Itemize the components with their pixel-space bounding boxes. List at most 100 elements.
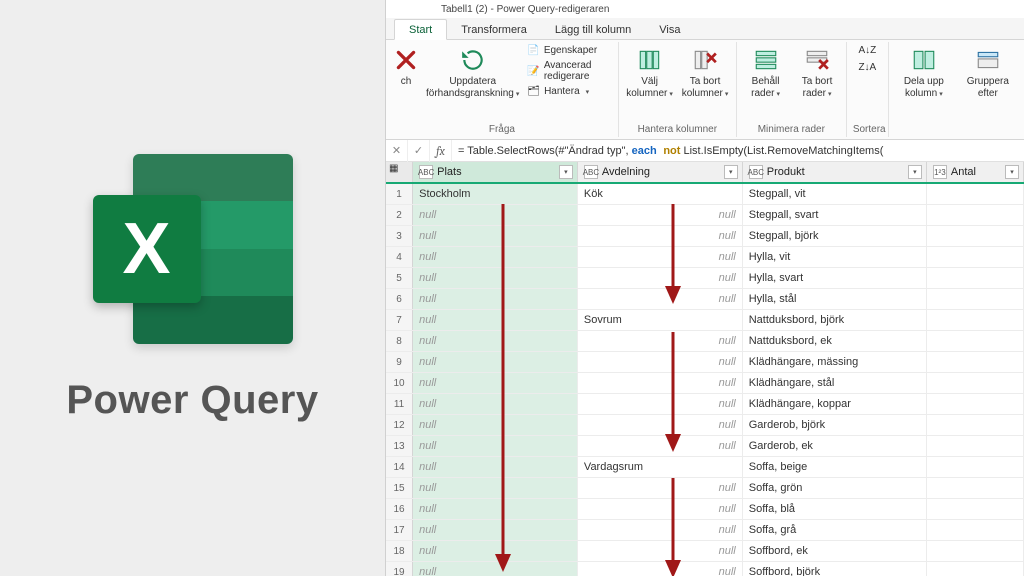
cell[interactable]: Soffbord, ek: [743, 541, 927, 561]
table-row[interactable]: 15nullnullSoffa, grön: [386, 478, 1024, 499]
manage-button[interactable]: 🗂Hantera▾: [525, 85, 611, 98]
cell[interactable]: null: [578, 478, 743, 498]
cell[interactable]: null: [413, 352, 578, 372]
cell[interactable]: null: [578, 331, 743, 351]
cell[interactable]: [927, 436, 1024, 456]
remove-columns-button[interactable]: Ta bort kolumner▾: [680, 44, 730, 99]
row-number[interactable]: 4: [386, 247, 413, 267]
table-row[interactable]: 9nullnullKlädhängare, mässing: [386, 352, 1024, 373]
table-row[interactable]: 16nullnullSoffa, blå: [386, 499, 1024, 520]
cell[interactable]: Klädhängare, stål: [743, 373, 927, 393]
cell[interactable]: null: [578, 373, 743, 393]
table-row[interactable]: 7nullSovrumNattduksbord, björk: [386, 310, 1024, 331]
row-number[interactable]: 7: [386, 310, 413, 330]
cell[interactable]: [927, 331, 1024, 351]
cell[interactable]: null: [413, 205, 578, 225]
cell[interactable]: null: [578, 268, 743, 288]
cell[interactable]: null: [578, 415, 743, 435]
table-row[interactable]: 13nullnullGarderob, ek: [386, 436, 1024, 457]
cell[interactable]: Nattduksbord, ek: [743, 331, 927, 351]
cell[interactable]: [927, 268, 1024, 288]
cell[interactable]: [927, 562, 1024, 576]
cell[interactable]: [927, 352, 1024, 372]
sort-desc-button[interactable]: Z↓A: [856, 61, 878, 74]
cell[interactable]: null: [578, 499, 743, 519]
cell[interactable]: null: [413, 331, 578, 351]
row-number[interactable]: 5: [386, 268, 413, 288]
cell[interactable]: null: [578, 562, 743, 576]
cell[interactable]: null: [578, 226, 743, 246]
cell[interactable]: null: [413, 415, 578, 435]
cell[interactable]: null: [578, 520, 743, 540]
filter-icon[interactable]: ▾: [1005, 165, 1019, 179]
cell[interactable]: Hylla, vit: [743, 247, 927, 267]
row-number[interactable]: 19: [386, 562, 413, 576]
properties-button[interactable]: 📄Egenskaper: [525, 44, 611, 57]
table-row[interactable]: 4nullnullHylla, vit: [386, 247, 1024, 268]
close-load-button[interactable]: ch: [392, 44, 420, 88]
cell[interactable]: [927, 520, 1024, 540]
cell[interactable]: Klädhängare, koppar: [743, 394, 927, 414]
cell[interactable]: null: [413, 562, 578, 576]
row-number[interactable]: 3: [386, 226, 413, 246]
cell[interactable]: [927, 226, 1024, 246]
cell[interactable]: Hylla, stål: [743, 289, 927, 309]
formula-cancel-button[interactable]: ✕: [386, 140, 408, 162]
row-number[interactable]: 8: [386, 331, 413, 351]
cell[interactable]: Vardagsrum: [578, 457, 743, 477]
cell[interactable]: Garderob, björk: [743, 415, 927, 435]
row-number[interactable]: 14: [386, 457, 413, 477]
filter-icon[interactable]: ▾: [724, 165, 738, 179]
cell[interactable]: null: [413, 541, 578, 561]
cell[interactable]: [927, 499, 1024, 519]
cell[interactable]: null: [578, 205, 743, 225]
table-row[interactable]: 11nullnullKlädhängare, koppar: [386, 394, 1024, 415]
table-row[interactable]: 12nullnullGarderob, björk: [386, 415, 1024, 436]
table-row[interactable]: 2nullnullStegpall, svart: [386, 205, 1024, 226]
grid-body[interactable]: 1StockholmKökStegpall, vit2nullnullStegp…: [386, 184, 1024, 576]
cell[interactable]: [927, 394, 1024, 414]
advanced-editor-button[interactable]: 📝Avancerad redigerare: [525, 59, 611, 83]
row-number[interactable]: 2: [386, 205, 413, 225]
row-number[interactable]: 16: [386, 499, 413, 519]
cell[interactable]: null: [413, 247, 578, 267]
cell[interactable]: Nattduksbord, björk: [743, 310, 927, 330]
row-number[interactable]: 12: [386, 415, 413, 435]
cell[interactable]: [927, 478, 1024, 498]
group-by-button[interactable]: Gruppera efter: [959, 44, 1017, 99]
row-number[interactable]: 9: [386, 352, 413, 372]
cell[interactable]: Stegpall, svart: [743, 205, 927, 225]
cell[interactable]: null: [578, 394, 743, 414]
tab-visa[interactable]: Visa: [645, 20, 694, 39]
sort-asc-button[interactable]: A↓Z: [856, 44, 878, 57]
cell[interactable]: Garderob, ek: [743, 436, 927, 456]
cell[interactable]: Soffa, grå: [743, 520, 927, 540]
cell[interactable]: Soffbord, björk: [743, 562, 927, 576]
cell[interactable]: Klädhängare, mässing: [743, 352, 927, 372]
formula-text[interactable]: = Table.SelectRows(#"Ändrad typ", each n…: [452, 144, 1024, 157]
formula-commit-button[interactable]: ✓: [408, 140, 430, 162]
cell[interactable]: [927, 541, 1024, 561]
cell[interactable]: [927, 289, 1024, 309]
filter-icon[interactable]: ▾: [559, 165, 573, 179]
cell[interactable]: null: [413, 373, 578, 393]
cell[interactable]: null: [578, 289, 743, 309]
table-row[interactable]: 17nullnullSoffa, grå: [386, 520, 1024, 541]
cell[interactable]: null: [413, 478, 578, 498]
cell[interactable]: Soffa, beige: [743, 457, 927, 477]
cell[interactable]: Stockholm: [413, 184, 578, 204]
cell[interactable]: null: [578, 352, 743, 372]
column-produkt[interactable]: ABC Produkt ▾: [743, 162, 927, 182]
cell[interactable]: null: [413, 268, 578, 288]
cell[interactable]: Kök: [578, 184, 743, 204]
row-number-header[interactable]: ▦: [386, 162, 413, 182]
table-row[interactable]: 3nullnullStegpall, björk: [386, 226, 1024, 247]
cell[interactable]: Sovrum: [578, 310, 743, 330]
keep-rows-button[interactable]: Behåll rader▾: [743, 44, 789, 99]
filter-icon[interactable]: ▾: [908, 165, 922, 179]
cell[interactable]: [927, 184, 1024, 204]
table-row[interactable]: 8nullnullNattduksbord, ek: [386, 331, 1024, 352]
row-number[interactable]: 10: [386, 373, 413, 393]
split-column-button[interactable]: Dela upp kolumn▾: [895, 44, 953, 99]
cell[interactable]: null: [413, 436, 578, 456]
